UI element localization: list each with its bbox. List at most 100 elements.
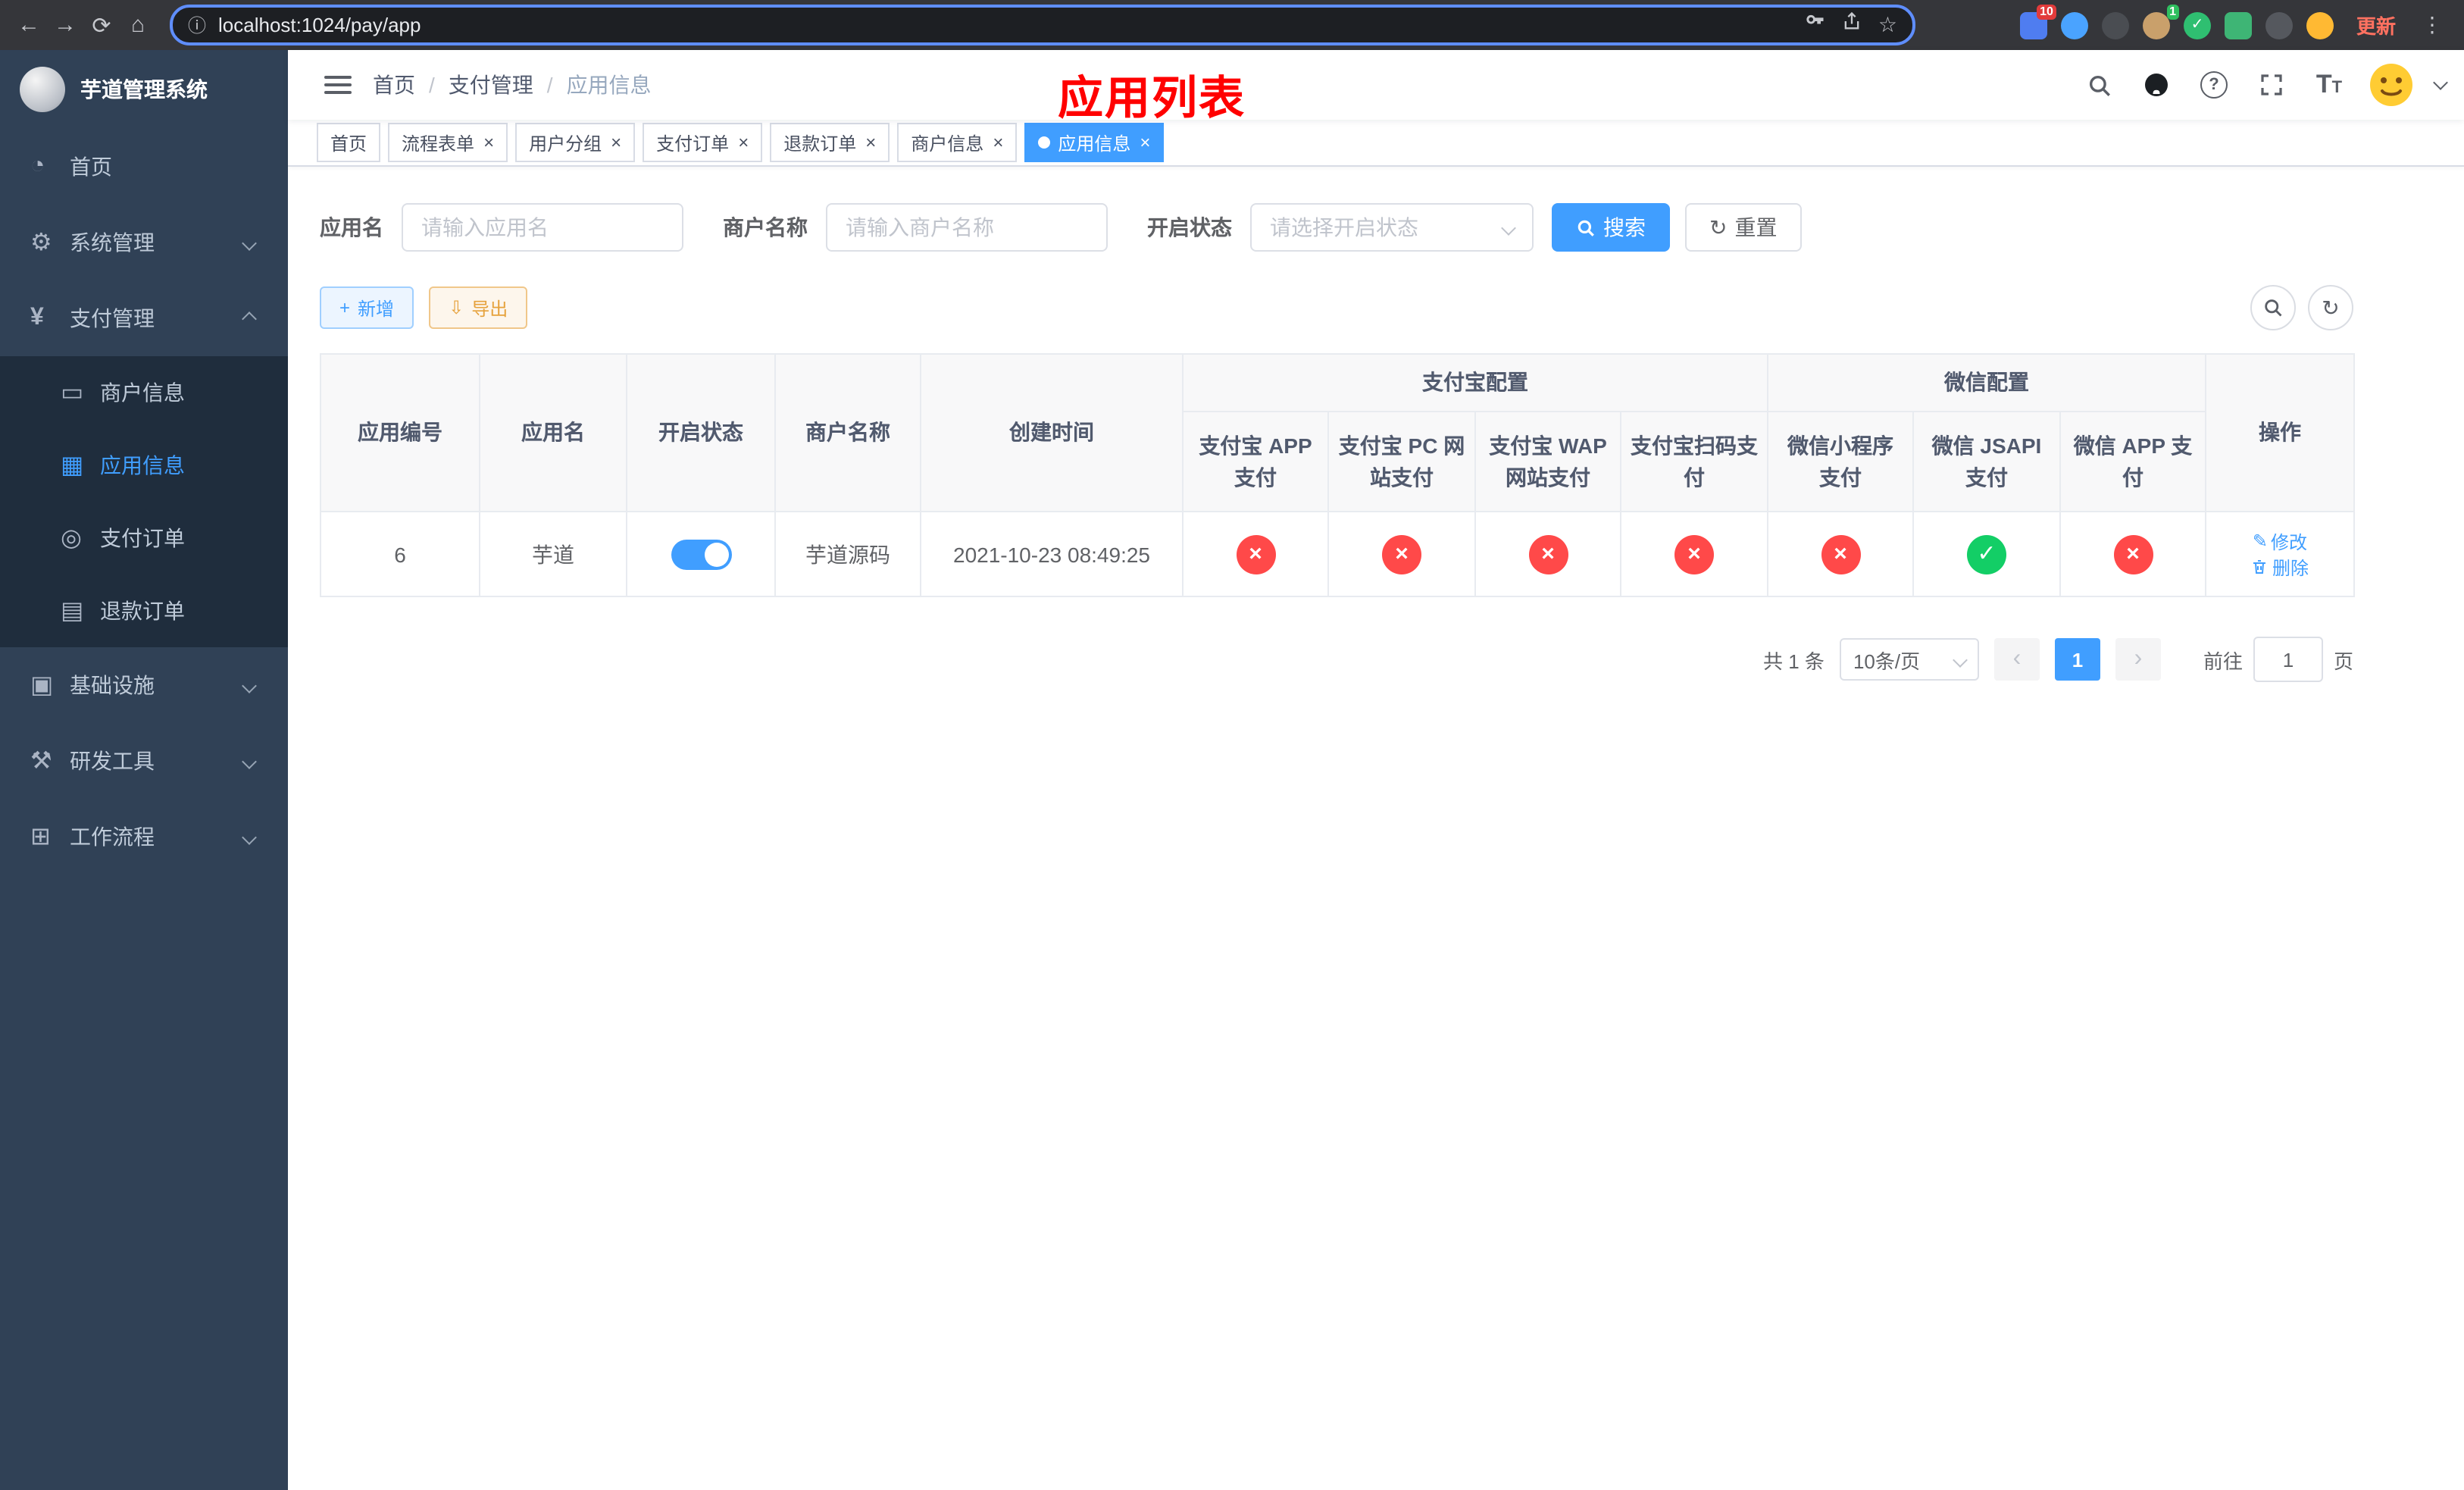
search-icon[interactable] — [2081, 67, 2117, 103]
sidebar-item-refund-order[interactable]: ▤ 退款订单 — [0, 574, 288, 647]
goto-prefix: 前往 — [2203, 650, 2243, 672]
share-icon[interactable] — [1842, 11, 1863, 39]
tab-close-icon[interactable]: × — [993, 133, 1003, 152]
tab-close-icon[interactable]: × — [1140, 133, 1150, 152]
browser-home-icon[interactable]: ⌂ — [121, 12, 155, 38]
tab-label: 首页 — [330, 133, 367, 154]
menu-collapse-icon[interactable] — [324, 76, 352, 94]
channel-status-icon: × — [1528, 534, 1568, 574]
monitor-icon: ▣ — [30, 673, 54, 699]
url-text[interactable]: localhost:1024/pay/app — [218, 14, 1793, 36]
merchant-name-input[interactable] — [826, 203, 1108, 252]
user-avatar[interactable] — [2369, 62, 2414, 108]
main-area: 首页 / 支付管理 / 应用信息 应用列表 ? TT 首页 流程表单 × 用户分… — [288, 50, 2464, 1490]
sidebar-item-app-info[interactable]: ▦ 应用信息 — [0, 429, 288, 502]
merchant-name-label: 商户名称 — [723, 215, 808, 239]
ext-avatar-icon[interactable]: 1 — [2142, 4, 2179, 39]
ext-puzzle-icon[interactable] — [2265, 11, 2293, 39]
avatar-chevron-down-icon[interactable] — [2433, 74, 2448, 89]
tab-close-icon[interactable]: × — [738, 133, 749, 152]
chevron-down-icon — [242, 678, 257, 693]
sidebar-item-merchant-info[interactable]: ▭ 商户信息 — [0, 356, 288, 429]
edit-link-label: 修改 — [2271, 531, 2308, 552]
refresh-icon: ↻ — [2322, 295, 2340, 319]
help-icon[interactable]: ? — [2196, 67, 2232, 103]
address-bar[interactable]: ⓘ localhost:1024/pay/app ☆ — [170, 5, 1915, 45]
tab-refund-order[interactable]: 退款订单 × — [770, 123, 890, 162]
sidebar-item-workflow[interactable]: ⊞ 工作流程 — [0, 799, 288, 875]
fullscreen-icon[interactable] — [2253, 67, 2290, 103]
ext-chat-icon[interactable] — [2224, 11, 2252, 39]
sidebar-item-pay-order[interactable]: ◎ 支付订单 — [0, 502, 288, 574]
sidebar-item-dev-tools[interactable]: ⚒ 研发工具 — [0, 723, 288, 799]
edit-link[interactable]: ✎ 修改 — [2253, 528, 2307, 554]
password-key-icon[interactable] — [1806, 11, 1827, 39]
sidebar-item-label: 退款订单 — [100, 599, 185, 623]
add-button[interactable]: + 新增 — [320, 286, 414, 329]
sidebar-item-infrastructure[interactable]: ▣ 基础设施 — [0, 647, 288, 723]
sidebar-menu: ◔ 首页 ⚙ 系统管理 ¥ 支付管理 ▭ 商户信息 ▦ 应用信息 ◎ 支付订单 … — [0, 129, 288, 875]
ext-emoji-icon[interactable] — [2306, 11, 2334, 39]
toggle-search-button[interactable] — [2250, 285, 2296, 330]
tab-process-form[interactable]: 流程表单 × — [388, 123, 508, 162]
ext-check-icon[interactable]: ✓ — [2183, 11, 2211, 39]
breadcrumb-home[interactable]: 首页 — [373, 70, 415, 100]
sidebar-item-system[interactable]: ⚙ 系统管理 — [0, 205, 288, 280]
tab-user-group[interactable]: 用户分组 × — [515, 123, 636, 162]
pencil-icon: ✎ — [2252, 531, 2269, 552]
download-icon: ⇩ — [449, 297, 464, 318]
status-label: 开启状态 — [1147, 215, 1232, 239]
tab-close-icon[interactable]: × — [611, 133, 621, 152]
prev-page-button[interactable]: ‹ — [1993, 638, 2040, 681]
page-info-icon[interactable]: ⓘ — [188, 12, 206, 38]
channel-status-icon: ✓ — [1967, 534, 2006, 574]
col-header-alipay-pc: 支付宝 PC 网站支付 — [1327, 411, 1476, 512]
table-row: 6 芋道 芋道源码 2021-10-23 08:49:25 × × × × × — [320, 511, 2355, 597]
sidebar-item-label: 研发工具 — [70, 749, 155, 773]
github-icon[interactable] — [2138, 67, 2175, 103]
search-icon — [1578, 219, 1594, 236]
status-select[interactable]: 请选择开启状态 — [1250, 203, 1534, 252]
tab-close-icon[interactable]: × — [483, 133, 494, 152]
delete-link[interactable]: 删除 — [2251, 554, 2309, 580]
ext-blue-icon[interactable]: 10 — [2019, 4, 2056, 39]
ext-badge-green: 1 — [2166, 4, 2179, 19]
ext-drop-icon[interactable] — [2060, 11, 2088, 39]
tab-merchant-info[interactable]: 商户信息 × — [897, 123, 1018, 162]
tab-label: 应用信息 — [1058, 133, 1131, 154]
export-button[interactable]: ⇩ 导出 — [429, 286, 528, 329]
browser-menu-icon[interactable]: ⋮ — [2419, 12, 2446, 38]
browser-forward-icon[interactable]: → — [48, 12, 82, 38]
grid-icon: ▦ — [61, 453, 84, 479]
reset-button[interactable]: ↻ 重置 — [1685, 203, 1802, 252]
refresh-table-button[interactable]: ↻ — [2308, 285, 2353, 330]
tab-app-info[interactable]: 应用信息 × — [1024, 123, 1165, 162]
cell-app-name: 芋道 — [479, 511, 627, 597]
sidebar-item-label: 基础设施 — [70, 673, 155, 697]
tab-home[interactable]: 首页 — [317, 123, 381, 162]
sidebar-item-home[interactable]: ◔ 首页 — [0, 129, 288, 205]
cell-alipay-qr: × — [1620, 511, 1768, 597]
sidebar-item-payment[interactable]: ¥ 支付管理 — [0, 280, 288, 356]
breadcrumb-payment[interactable]: 支付管理 — [449, 70, 533, 100]
channel-status-icon: × — [1674, 534, 1714, 574]
browser-update-button[interactable]: 更新 — [2347, 8, 2405, 42]
sidebar-item-label: 系统管理 — [70, 230, 155, 255]
browser-refresh-icon[interactable]: ⟳ — [85, 11, 118, 39]
tab-pay-order[interactable]: 支付订单 × — [643, 123, 763, 162]
current-page-button[interactable]: 1 — [2054, 638, 2100, 681]
goto-page-input[interactable] — [2253, 637, 2323, 682]
tab-close-icon[interactable]: × — [865, 133, 876, 152]
font-size-icon[interactable]: TT — [2311, 67, 2347, 103]
app-name-label: 应用名 — [320, 215, 383, 239]
coin-icon: ◎ — [61, 526, 82, 552]
channel-status-icon: × — [1236, 534, 1275, 574]
search-button[interactable]: 搜索 — [1552, 203, 1670, 252]
browser-back-icon[interactable]: ← — [12, 12, 45, 38]
next-page-button[interactable]: › — [2115, 638, 2161, 681]
status-toggle[interactable] — [671, 539, 731, 569]
page-size-select[interactable]: 10条/页 — [1839, 638, 1979, 681]
app-name-input[interactable] — [402, 203, 683, 252]
bookmark-star-icon[interactable]: ☆ — [1878, 12, 1897, 38]
ext-dark-icon[interactable] — [2101, 11, 2129, 39]
